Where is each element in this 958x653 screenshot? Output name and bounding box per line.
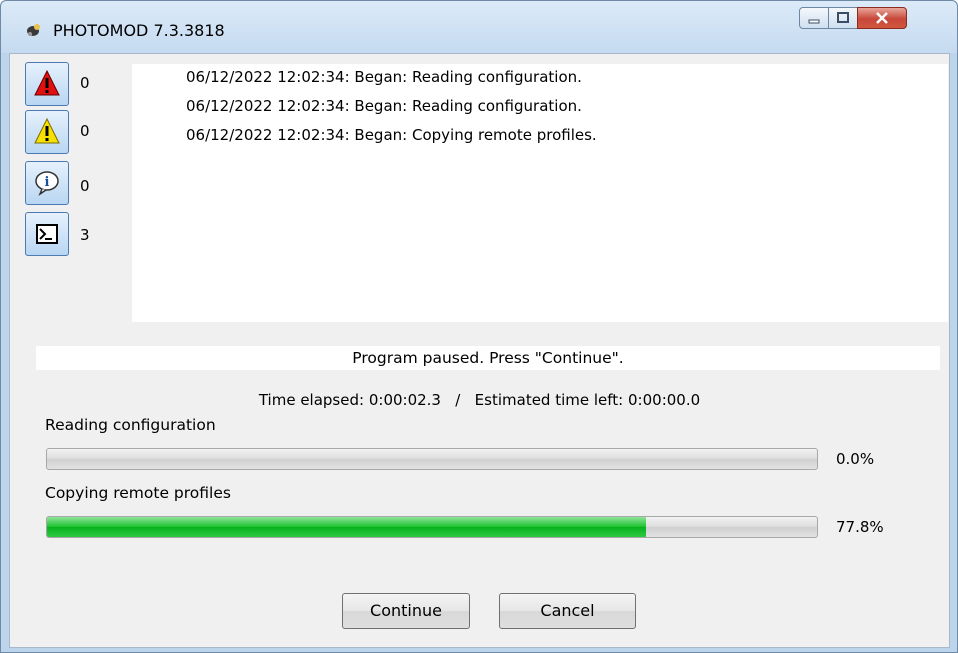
elapsed-label: Time elapsed: — [258, 391, 365, 409]
warnings-filter-button[interactable] — [25, 110, 69, 154]
info-icon: i — [35, 171, 59, 196]
time-left-value: 0:00:00.0 — [628, 391, 701, 409]
window-title: PHOTOMOD 7.3.3818 — [53, 21, 225, 40]
svg-text:i: i — [45, 175, 50, 190]
log-entry: 06/12/2022 12:02:34: Began: Reading conf… — [186, 97, 582, 115]
errors-filter-button[interactable] — [25, 62, 69, 106]
timing-separator: / — [455, 391, 461, 409]
close-icon — [876, 12, 888, 24]
log-pane[interactable]: 06/12/2022 12:02:34: Began: Reading conf… — [132, 64, 948, 322]
title-bar[interactable]: PHOTOMOD 7.3.3818 — [1, 1, 957, 53]
messages-filter-button[interactable] — [25, 212, 69, 256]
progress-percent-reading: 0.0% — [836, 450, 875, 468]
progress-fill-copying — [47, 517, 647, 537]
progress-bar-copying — [46, 516, 818, 538]
continue-button[interactable]: Continue — [342, 593, 470, 629]
close-button[interactable] — [857, 7, 907, 29]
elapsed-value: 0:00:02.3 — [368, 391, 441, 409]
errors-count: 0 — [80, 74, 90, 92]
task-label-reading: Reading configuration — [45, 416, 216, 434]
info-filter-button[interactable]: i — [25, 161, 69, 205]
maximize-icon — [837, 12, 849, 23]
dialog-body: 0 0 i 0 3 06/12/2022 12:02:34: Began: Re… — [9, 53, 950, 648]
progress-bar-reading — [46, 448, 818, 470]
cancel-button[interactable]: Cancel — [499, 593, 636, 629]
app-window: PHOTOMOD 7.3.3818 0 0 i 0 3 06/12/2022 1… — [0, 0, 958, 653]
console-icon — [36, 224, 58, 244]
yellow-warning-icon — [34, 117, 60, 144]
progress-percent-copying: 77.8% — [836, 518, 884, 536]
maximize-button[interactable] — [828, 7, 858, 29]
time-left-label: Estimated time left: — [474, 391, 624, 409]
info-count: 0 — [80, 177, 90, 195]
minimize-button[interactable] — [799, 7, 829, 29]
warnings-count: 0 — [80, 122, 90, 140]
status-message: Program paused. Press "Continue". — [36, 346, 940, 370]
timing-info: Time elapsed: 0:00:02.3 / Estimated time… — [10, 391, 949, 409]
minimize-icon — [808, 19, 820, 24]
red-alert-icon — [34, 69, 60, 96]
log-entry: 06/12/2022 12:02:34: Began: Reading conf… — [186, 68, 582, 86]
messages-count: 3 — [80, 226, 90, 244]
photomod-app-icon — [27, 24, 40, 36]
task-label-copying: Copying remote profiles — [45, 484, 231, 502]
log-entry: 06/12/2022 12:02:34: Began: Copying remo… — [186, 126, 597, 144]
